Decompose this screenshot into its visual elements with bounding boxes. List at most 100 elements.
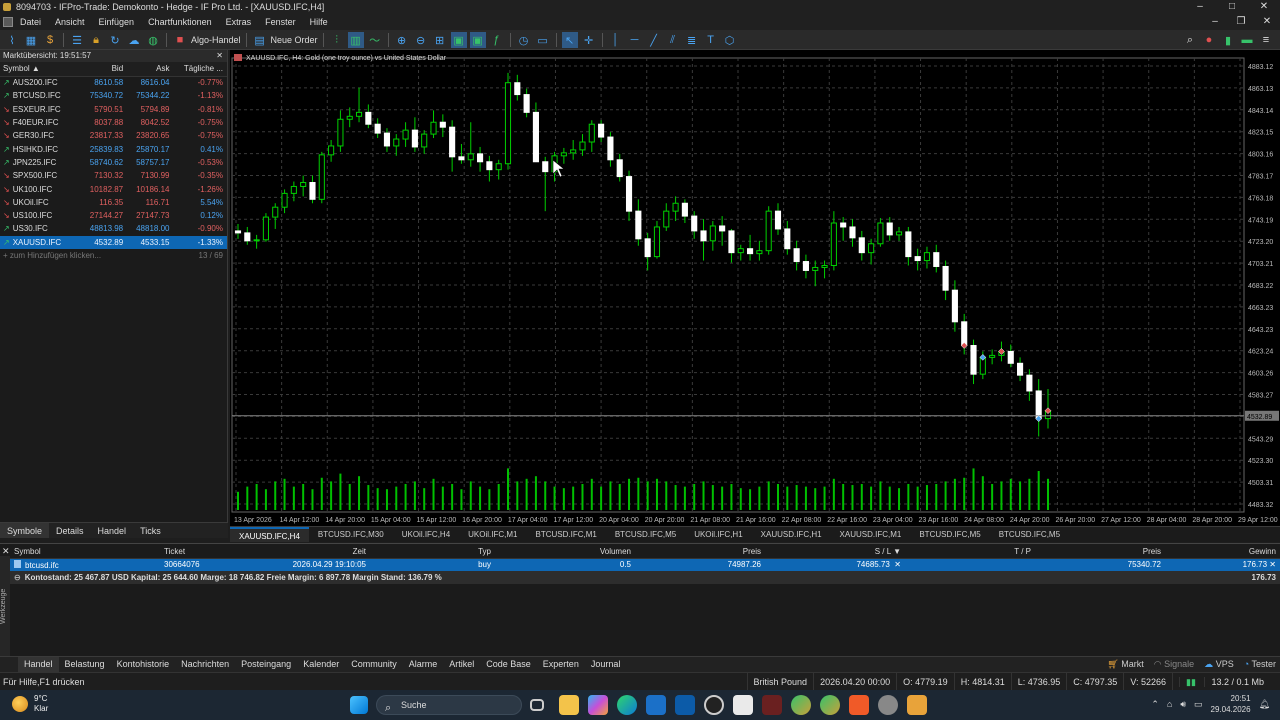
chart-tab[interactable]: UKOil.IFC,H4 <box>393 527 459 542</box>
game-app-icon[interactable] <box>762 695 782 715</box>
chart-tab[interactable]: BTCUSD.IFC,M5 <box>910 527 989 542</box>
col-type[interactable]: Typ <box>370 546 495 559</box>
bar-chart-icon[interactable]: ⫶ <box>329 32 345 48</box>
col-volume[interactable]: Volumen <box>495 546 635 559</box>
new-order-icon[interactable]: ▤ <box>252 32 268 48</box>
tab-symbole[interactable]: Symbole <box>0 523 50 538</box>
col-tp[interactable]: T / P <box>905 546 1035 559</box>
col-symbol[interactable]: Symbol <box>10 546 160 559</box>
clock[interactable]: 20:51 29.04.2026 <box>1211 693 1251 715</box>
close-icon[interactable]: ✕ <box>216 50 223 62</box>
toolbox-tab[interactable]: Kalender <box>297 657 345 672</box>
chart-shift-icon[interactable]: ▣ <box>469 32 486 48</box>
toolbox-tab[interactable]: Code Base <box>480 657 537 672</box>
edge-icon[interactable] <box>617 695 637 715</box>
position-profit[interactable]: 176.73 ✕ <box>1165 558 1280 571</box>
market-row[interactable]: ↘ US100.IFC 27144.27 27147.73 0.12% <box>0 209 227 222</box>
child-minimize-button[interactable]: – <box>1202 14 1228 30</box>
market-row[interactable]: ↗ AUS200.IFC 8610.58 8616.04 -0.77% <box>0 76 227 89</box>
candlestick-icon[interactable]: ▥ <box>347 32 364 48</box>
refresh-icon[interactable]: ↻ <box>107 32 123 48</box>
menu-hilfe[interactable]: Hilfe <box>303 17 335 27</box>
market-row[interactable]: ↗ XAUUSD.IFC 4532.89 4533.15 -1.33% <box>0 235 227 249</box>
toolbox-tab[interactable]: Nachrichten <box>175 657 235 672</box>
chart-tab[interactable]: BTCUSD.IFC,M1 <box>527 527 606 542</box>
tray-network-icon[interactable]: ⌂ <box>1167 699 1172 709</box>
chart-tab[interactable]: BTCUSD.IFC,M30 <box>309 527 393 542</box>
tester-link[interactable]: ◔ Tester <box>1244 657 1276 672</box>
lock-icon[interactable]: 🔒︎ <box>88 32 104 48</box>
menu-icon[interactable]: ≡ <box>1258 32 1274 48</box>
vertical-line-icon[interactable]: │ <box>608 32 624 48</box>
indicators-icon[interactable]: ƒ <box>489 32 505 48</box>
market-row[interactable]: ↘ UKOil.IFC 116.35 116.71 5.54% <box>0 196 227 209</box>
fibonacci-icon[interactable]: ≣ <box>684 32 700 48</box>
periods-icon[interactable]: ◷ <box>516 32 532 48</box>
notepad-icon[interactable] <box>733 695 753 715</box>
menu-fenster[interactable]: Fenster <box>258 17 303 27</box>
position-sl[interactable]: 74685.73 ✕ <box>765 558 905 571</box>
toolbox-tab[interactable]: Alarme <box>403 657 444 672</box>
channel-icon[interactable]: ⫽ <box>665 32 681 48</box>
col-ticket[interactable]: Ticket <box>160 546 240 559</box>
new-chart-icon[interactable]: ⌇ <box>4 32 20 48</box>
chart-tab[interactable]: UKOil.IFC,M1 <box>459 527 526 542</box>
position-row[interactable]: btcusd.ifc 30664076 2026.04.29 19:10:05 … <box>10 558 1280 571</box>
chart-tab[interactable]: XAUUSD.IFC,H4 <box>230 527 309 542</box>
store-icon[interactable] <box>675 695 695 715</box>
maximize-button[interactable]: □ <box>1216 0 1248 14</box>
templates-icon[interactable]: ▭ <box>535 32 551 48</box>
trading-app-icon[interactable] <box>907 695 927 715</box>
menu-extras[interactable]: Extras <box>219 17 259 27</box>
chart-tab[interactable]: BTCUSD.IFC,M5 <box>606 527 685 542</box>
minimize-button[interactable]: – <box>1184 0 1216 14</box>
tab-details[interactable]: Details <box>49 523 91 538</box>
market-link[interactable]: 🛒︎ Markt <box>1107 657 1143 672</box>
tab-ticks[interactable]: Ticks <box>133 523 168 538</box>
child-restore-button[interactable]: ❐ <box>1228 14 1254 30</box>
child-close-button[interactable]: ✕ <box>1254 14 1280 30</box>
crosshair-icon[interactable]: ✛ <box>581 32 597 48</box>
candlestick-chart[interactable]: 4883.12 4863.13 4843.14 4823.15 4803.16 4783.… <box>230 50 1280 526</box>
toolbox-tab[interactable]: Handel <box>18 657 59 672</box>
col-bid[interactable]: Bid <box>80 62 128 77</box>
menu-chartfunktionen[interactable]: Chartfunktionen <box>141 17 219 27</box>
notification-bell-icon[interactable]: 🔔︎ <box>1259 699 1270 710</box>
market-row[interactable]: ↘ F40EUR.IFC 8037.88 8042.52 -0.75% <box>0 116 227 129</box>
tray-battery-icon[interactable]: ▭ <box>1194 699 1203 710</box>
new-order-button[interactable]: Neue Order <box>271 35 318 45</box>
algo-trading-button[interactable]: Algo-Handel <box>191 35 241 45</box>
trendline-icon[interactable]: ╱ <box>646 32 662 48</box>
market-row[interactable]: ↗ US30.IFC 48813.98 48818.00 -0.90% <box>0 222 227 235</box>
add-symbol-row[interactable]: + zum Hinzufügen klicken... 13 / 69 <box>0 249 227 262</box>
cursor-icon[interactable]: ↖ <box>561 32 578 48</box>
notifications-icon[interactable]: ● <box>1201 32 1217 48</box>
weather-widget[interactable]: 9°C Klar <box>12 694 48 714</box>
toolbox-tab[interactable]: Journal <box>585 657 627 672</box>
tray-chevron-icon[interactable]: ⌃ <box>1151 699 1159 710</box>
col-symbol[interactable]: Symbol ▲ <box>0 62 81 77</box>
col-sl[interactable]: S / L ▼ <box>765 546 905 559</box>
line-chart-icon[interactable]: 〜 <box>367 32 383 48</box>
toolbox-tab[interactable]: Kontohistorie <box>111 657 176 672</box>
taskbar-search[interactable]: ⌕ Suche <box>376 695 522 715</box>
algo-trading-icon[interactable]: ■ <box>172 32 188 48</box>
chart-tab[interactable]: BTCUSD.IFC,M5 <box>990 527 1069 542</box>
tray-volume-icon[interactable]: 🔊︎ <box>1180 699 1186 710</box>
search-icon[interactable]: ⌕ <box>1182 32 1198 48</box>
toolbox-tab[interactable]: Belastung <box>59 657 111 672</box>
market-row[interactable]: ↗ BTCUSD.IFC 75340.72 75344.22 -1.13% <box>0 89 227 102</box>
tile-windows-icon[interactable]: ⊞ <box>432 32 448 48</box>
horizontal-line-icon[interactable]: ─ <box>627 32 643 48</box>
metatrader-2-icon[interactable] <box>820 695 840 715</box>
copilot-icon[interactable] <box>588 695 608 715</box>
market-row[interactable]: ↗ JPN225.IFC 58740.62 58757.17 -0.53% <box>0 156 227 169</box>
outlook-icon[interactable] <box>646 695 666 715</box>
signals-link[interactable]: ◠ Signale <box>1154 657 1194 672</box>
toolbox-tab[interactable]: Artikel <box>443 657 480 672</box>
market-watch-icon[interactable]: ☰ <box>69 32 85 48</box>
col-price[interactable]: Preis <box>635 546 765 559</box>
col-current-price[interactable]: Preis <box>1035 546 1165 559</box>
shapes-icon[interactable]: ⬡ <box>722 32 738 48</box>
toolbox-tab[interactable]: Posteingang <box>235 657 297 672</box>
